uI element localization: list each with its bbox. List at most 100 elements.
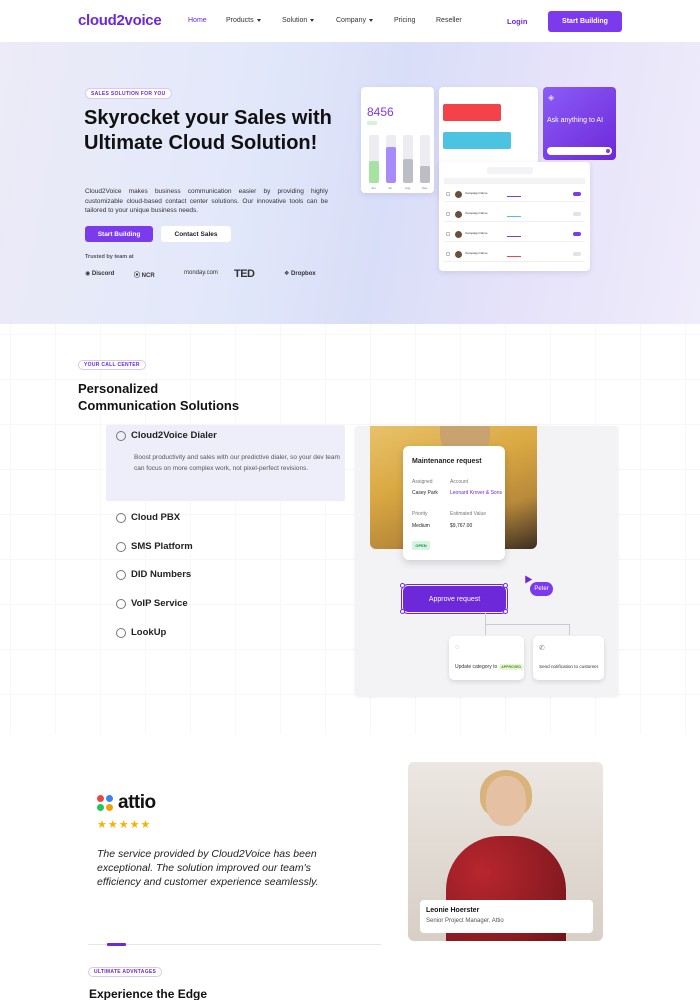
row-toggle[interactable]: [573, 212, 581, 216]
logo-dot: [106, 803, 113, 811]
row-indicator: [507, 196, 521, 197]
search-input[interactable]: [487, 167, 533, 174]
table-row[interactable]: Campaign Name: [444, 248, 585, 262]
logo-dot: [97, 794, 104, 802]
nav-reseller[interactable]: Reseller: [436, 17, 462, 24]
person-name: Leonie Hoerster: [426, 907, 480, 914]
node-notify-text: Send notification to customer: [539, 664, 599, 669]
brand-ncr: ⦿ NCR: [134, 273, 155, 279]
attio-dots-icon: [97, 794, 114, 812]
nav-home[interactable]: Home: [188, 17, 207, 24]
brand-ncr-label: NCR: [141, 273, 155, 279]
maintenance-title: Maintenance request: [412, 458, 482, 465]
workflow-node-notify[interactable]: ✆ Send notification to customer: [533, 636, 604, 680]
bar-label: Aug: [405, 186, 411, 190]
table-row[interactable]: Campaign Name: [444, 188, 585, 202]
contact-sales-button[interactable]: Contact Sales: [161, 226, 231, 242]
nav-solution[interactable]: Solution: [282, 17, 315, 24]
feature-sms-platform-label: SMS Platform: [131, 541, 193, 552]
metric-bar-blue: [443, 132, 511, 149]
brand-monday: monday.com: [184, 270, 218, 276]
ask-ai-card[interactable]: ◈ Ask anything to AI: [543, 87, 616, 160]
row-checkbox[interactable]: [446, 192, 450, 196]
check-shield-icon: ◌: [455, 644, 460, 651]
chevron-down-icon: [310, 18, 315, 22]
avatar: [455, 231, 462, 238]
estimated-label: Estimated Value: [450, 511, 487, 517]
resize-handle[interactable]: [503, 609, 508, 614]
stat-trend-badge: [367, 121, 377, 125]
approved-chip: APPROVED: [499, 664, 523, 670]
resize-handle[interactable]: [400, 583, 405, 588]
node-update-label: Update category to: [455, 664, 498, 670]
feature-voip-service[interactable]: VoIP Service: [116, 598, 188, 609]
sms-icon: [116, 541, 126, 552]
call-center-title-line2: Communication Solutions: [78, 398, 240, 413]
testimonial-quote: The service provided by Cloud2Voice has …: [97, 848, 319, 888]
row-toggle[interactable]: [573, 252, 581, 256]
bar-fill: [369, 161, 379, 183]
nav-company[interactable]: Company: [336, 17, 373, 24]
metric-bar-red: [443, 104, 501, 121]
approve-request-button[interactable]: Approve request: [401, 584, 508, 614]
feature-voip-service-label: VoIP Service: [131, 598, 188, 609]
lookup-icon: [116, 627, 126, 638]
row-checkbox[interactable]: [446, 252, 450, 256]
workflow-node-update[interactable]: ◌ Update category to APPROVED: [449, 636, 524, 680]
bar: [369, 135, 379, 183]
bar: [420, 135, 430, 183]
node-update-text: Update category to APPROVED: [455, 664, 523, 670]
bar-fill: [386, 147, 396, 183]
resize-handle[interactable]: [400, 609, 405, 614]
feature-cloud-pbx-label: Cloud PBX: [131, 512, 181, 523]
table-header: [444, 178, 585, 184]
row-checkbox[interactable]: [446, 212, 450, 216]
row-toggle[interactable]: [573, 192, 581, 196]
top-navbar: cloud2voice Home Products Solution Compa…: [0, 0, 700, 42]
campaign-name: Campaign Name: [465, 211, 488, 215]
brand-ted: TED: [234, 268, 255, 280]
call-center-title-line1: Personalized: [78, 381, 159, 396]
hero-description: Cloud2Voice makes business communication…: [85, 188, 328, 214]
feature-lookup[interactable]: LookUp: [116, 627, 166, 638]
feature-dialer[interactable]: Cloud2Voice Dialer: [116, 430, 217, 441]
connector-line: [485, 624, 570, 625]
campaign-name: Campaign Name: [465, 251, 488, 255]
advantages-title: Experience the Edge: [89, 987, 208, 1000]
maintenance-request-card[interactable]: Maintenance request Assigned Casey Park …: [403, 446, 505, 560]
brand-dropbox-label: Dropbox: [291, 271, 316, 277]
ask-ai-text: Ask anything to AI: [547, 117, 604, 124]
carousel-progress-track[interactable]: [88, 944, 381, 945]
start-building-button[interactable]: Start Building: [548, 11, 622, 32]
feature-cloud-pbx[interactable]: Cloud PBX: [116, 512, 180, 523]
row-indicator: [507, 236, 521, 237]
row-indicator: [507, 256, 521, 257]
logo[interactable]: cloud2voice: [78, 12, 162, 29]
login-link[interactable]: Login: [507, 17, 527, 26]
phone-icon: [116, 569, 126, 580]
account-value[interactable]: Leonard Krover & Sons: [450, 490, 502, 496]
person-caption: Leonie Hoerster Senior Project Manager, …: [420, 900, 593, 933]
rating-stars: ★★★★★: [97, 819, 152, 831]
logo-dot: [97, 803, 104, 811]
table-row[interactable]: Campaign Name: [444, 228, 585, 242]
shield-icon: ◈: [548, 93, 555, 102]
resize-handle[interactable]: [503, 583, 508, 588]
trusted-label: Trusted by team at: [85, 254, 134, 260]
ask-ai-input[interactable]: [547, 147, 612, 155]
nav-company-label: Company: [336, 17, 366, 24]
hero-section: SALES SOLUTION FOR YOU Skyrocket your Sa…: [0, 42, 700, 324]
brand-discord: ◉ Discord: [85, 271, 115, 277]
feature-did-numbers[interactable]: DID Numbers: [116, 569, 191, 580]
nav-products[interactable]: Products: [226, 17, 261, 24]
table-row[interactable]: Campaign Name: [444, 208, 585, 222]
phone-icon: ✆: [539, 645, 545, 652]
chevron-down-icon: [256, 18, 261, 22]
nav-pricing[interactable]: Pricing: [394, 17, 415, 24]
payments-table-card: Campaign Name Campaign Name Campaign Name C…: [439, 162, 590, 271]
row-toggle[interactable]: [573, 232, 581, 236]
row-checkbox[interactable]: [446, 232, 450, 236]
hero-start-building-button[interactable]: Start Building: [85, 226, 153, 242]
send-icon[interactable]: [606, 149, 610, 153]
feature-sms-platform[interactable]: SMS Platform: [116, 541, 193, 552]
